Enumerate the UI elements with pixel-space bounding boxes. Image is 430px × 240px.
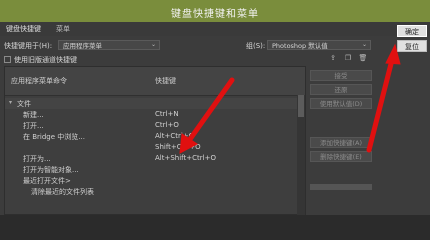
list-item-label: 最近打开文件> (23, 177, 71, 185)
legacy-channel-label: 使用旧版通道快捷键 (14, 56, 77, 64)
new-set-icon[interactable]: ❐ (343, 54, 353, 63)
set-select[interactable]: Photoshop 默认值 ⌄ (267, 40, 371, 50)
set-label: 组(S): (246, 42, 266, 50)
list-item-shortcut: Ctrl+N (155, 110, 179, 118)
undo-button[interactable]: 还原 (310, 84, 372, 95)
list-item-label: 打开为... (23, 155, 51, 163)
list-item[interactable]: 新建... Ctrl+N (5, 109, 305, 120)
use-default-button[interactable]: 使用默认值(D) (310, 98, 372, 109)
list-item-shortcut: Alt+Ctrl+O (155, 132, 195, 140)
list-item-shortcut: Shift+Ctrl+O (155, 143, 201, 151)
ok-button[interactable]: 确定 (397, 25, 427, 37)
delete-shortcut-button[interactable]: 删除快捷键(E) (310, 151, 372, 162)
save-set-icon[interactable]: ⇪ (328, 54, 338, 63)
tab-strip: 键盘快捷键 菜单 (0, 22, 430, 36)
list-item[interactable]: 清除最近的文件列表 (5, 186, 305, 197)
chevron-down-icon: ▾ (9, 99, 13, 106)
shortcut-list: 应用程序菜单命令 快捷键 ▾ 文件 新建... Ctrl+N 打开... Ctr… (4, 66, 306, 215)
scrollbar-thumb[interactable] (298, 95, 304, 117)
accept-button[interactable]: 接受 (310, 70, 372, 81)
title-bar: 键盘快捷键和菜单 (0, 0, 430, 22)
list-group-file[interactable]: ▾ 文件 (5, 98, 305, 109)
status-bar (310, 184, 372, 190)
list-scrollbar[interactable] (297, 95, 305, 215)
list-item[interactable]: 在 Bridge 中浏览... Alt+Ctrl+O (5, 131, 305, 142)
legacy-channel-checkbox[interactable] (4, 56, 11, 63)
shortcuts-for-select[interactable]: 应用程序菜单 ⌄ (58, 40, 160, 50)
chevron-down-icon: ⌄ (150, 41, 156, 48)
list-item-label: 清除最近的文件列表 (31, 188, 94, 196)
col-shortcut-header: 快捷键 (155, 77, 176, 85)
col-command-header: 应用程序菜单命令 (11, 77, 67, 85)
tab-menus[interactable]: 菜单 (56, 24, 70, 34)
chevron-down-icon: ⌄ (361, 41, 367, 48)
list-item[interactable]: 打开... Ctrl+O (5, 120, 305, 131)
list-header: 应用程序菜单命令 快捷键 (5, 67, 305, 96)
list-item-label: 文件 (17, 100, 31, 108)
list-item[interactable]: 最近打开文件> (5, 175, 305, 186)
set-value: Photoshop 默认值 (272, 42, 328, 50)
list-item-label: 新建... (23, 111, 44, 119)
tab-keyboard-shortcuts[interactable]: 键盘快捷键 (6, 24, 41, 34)
list-item-label: 打开... (23, 122, 44, 130)
reset-button[interactable]: 复位 (397, 40, 427, 52)
dialog-title: 键盘快捷键和菜单 (171, 9, 259, 20)
list-item[interactable]: 打开为智能对象... (5, 164, 305, 175)
shortcuts-for-label: 快捷键用于(H): (4, 42, 53, 50)
list-item-shortcut: Ctrl+O (155, 121, 179, 129)
list-item-label: 打开为智能对象... (23, 166, 79, 174)
delete-set-icon[interactable]: 🗑 (358, 54, 368, 63)
shortcuts-dialog: 键盘快捷键和菜单 键盘快捷键 菜单 快捷键用于(H): 应用程序菜单 ⌄ 组(S… (0, 0, 430, 215)
list-item[interactable]: Shift+Ctrl+O (5, 142, 305, 153)
add-shortcut-button[interactable]: 添加快捷键(A) (310, 137, 372, 148)
annotation-arrow-ok (366, 43, 401, 153)
list-item-label: 在 Bridge 中浏览... (23, 133, 85, 141)
list-item[interactable]: 打开为... Alt+Shift+Ctrl+O (5, 153, 305, 164)
list-item-shortcut: Alt+Shift+Ctrl+O (155, 154, 216, 162)
shortcuts-for-value: 应用程序菜单 (63, 42, 102, 50)
